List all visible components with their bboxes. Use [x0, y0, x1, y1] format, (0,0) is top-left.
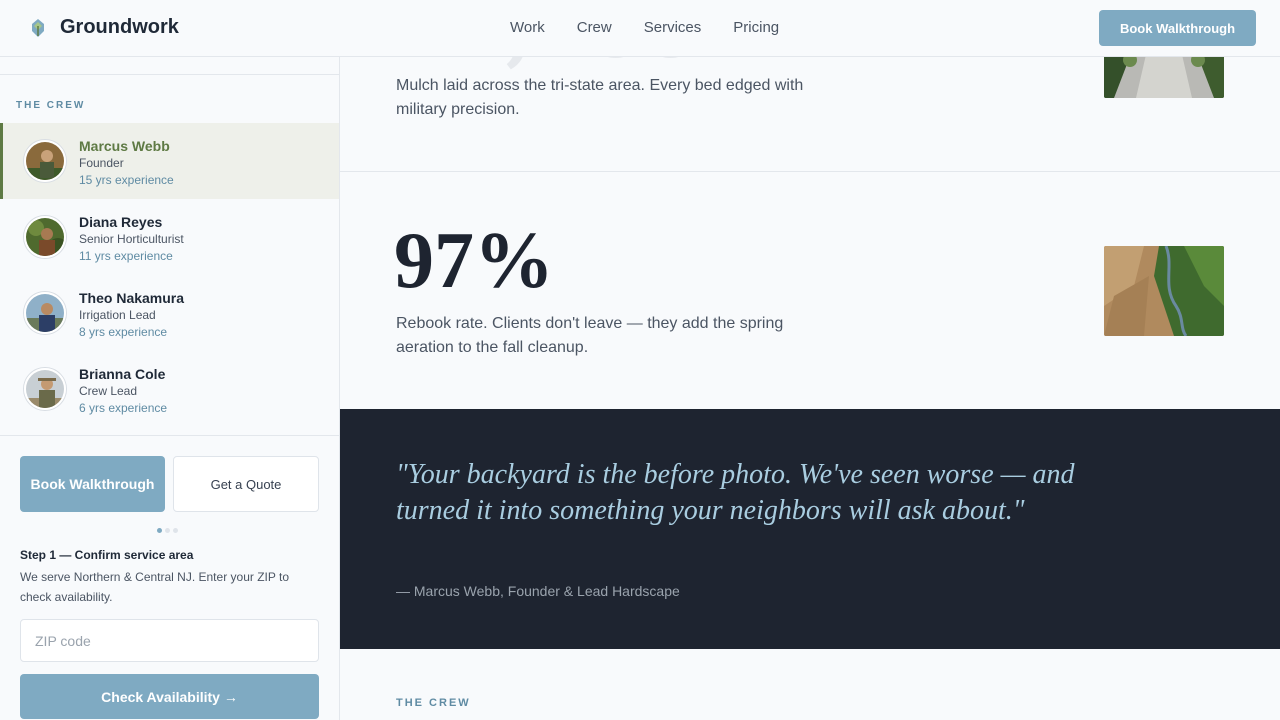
avatar	[24, 216, 66, 258]
crew-experience: 8 yrs experience	[79, 325, 168, 339]
testimonial-panel: "Your backyard is the before photo. We'v…	[340, 409, 1280, 649]
divider	[0, 74, 339, 75]
crew-role: Crew Lead	[79, 384, 138, 398]
testimonial-attribution: — Marcus Webb, Founder & Lead Hardscape	[396, 583, 680, 599]
crew-name: Diana Reyes	[79, 214, 163, 230]
brand[interactable]: Groundwork	[30, 16, 179, 39]
zip-code-input[interactable]	[20, 619, 319, 662]
book-walkthrough-button[interactable]: Book Walkthrough	[1099, 10, 1256, 46]
get-quote-button[interactable]: Get a Quote	[173, 456, 319, 512]
crew-item-brianna-cole[interactable]: Brianna Cole Crew Lead 6 yrs experience	[0, 351, 339, 427]
check-availability-button[interactable]: Check Availability →	[20, 674, 319, 719]
nav-services[interactable]: Services	[644, 19, 702, 36]
crew-experience: 15 yrs experience	[79, 173, 174, 187]
step-description: We serve Northern & Central NJ. Enter yo…	[20, 570, 289, 604]
step-dot	[165, 528, 170, 533]
sidebar-eyebrow: THE CREW	[16, 100, 86, 111]
crew-item-diana-reyes[interactable]: Diana Reyes Senior Horticulturist 11 yrs…	[0, 199, 339, 275]
crew-name: Theo Nakamura	[79, 290, 185, 306]
nav-pricing[interactable]: Pricing	[733, 19, 779, 36]
crew-sidebar: THE CREW Marcus Webb Founder 15 yrs expe…	[0, 57, 340, 720]
crew-item-theo-nakamura[interactable]: Theo Nakamura Irrigation Lead 8 yrs expe…	[0, 275, 339, 351]
step-dot	[173, 528, 178, 533]
step-dot-active	[157, 528, 162, 533]
avatar	[24, 368, 66, 410]
leaf-logo-icon	[32, 18, 44, 37]
site-header: Groundwork Work Crew Services Pricing Bo…	[0, 0, 1280, 57]
crew-experience: 6 yrs experience	[79, 401, 168, 415]
step-indicator	[157, 528, 181, 533]
crew-item-marcus-webb[interactable]: Marcus Webb Founder 15 yrs experience	[0, 123, 339, 199]
main-nav: Work Crew Services Pricing	[510, 19, 811, 36]
sidebar-book-walkthrough-button[interactable]: Book Walkthrough	[20, 456, 165, 512]
step-title: Step 1 — Confirm service area	[20, 548, 194, 562]
stat-value-rebook: 97%	[394, 217, 554, 305]
main-content: 14,200 Mulch laid across the tri-state a…	[340, 0, 1280, 720]
crew-role: Irrigation Lead	[79, 308, 156, 322]
avatar	[24, 140, 66, 182]
aerial-landscape-photo	[1104, 246, 1224, 336]
stat-description-mulch: Mulch laid across the tri-state area. Ev…	[396, 77, 804, 118]
crew-role: Founder	[79, 156, 124, 170]
crew-name: Brianna Cole	[79, 366, 166, 382]
stat-description-rebook: Rebook rate. Clients don't leave — they …	[396, 315, 784, 356]
avatar	[24, 292, 66, 334]
testimonial-quote: "Your backyard is the before photo. We'v…	[396, 459, 1075, 526]
crew-list: Marcus Webb Founder 15 yrs experience Di…	[0, 123, 339, 427]
section-divider	[340, 171, 1280, 172]
nav-crew[interactable]: Crew	[577, 19, 612, 36]
crew-role: Senior Horticulturist	[79, 232, 184, 246]
crew-experience: 11 yrs experience	[79, 249, 173, 263]
nav-work[interactable]: Work	[510, 19, 545, 36]
section-eyebrow: THE CREW	[396, 697, 471, 709]
divider	[0, 435, 339, 436]
brand-name: Groundwork	[60, 16, 179, 38]
crew-name: Marcus Webb	[79, 138, 170, 154]
